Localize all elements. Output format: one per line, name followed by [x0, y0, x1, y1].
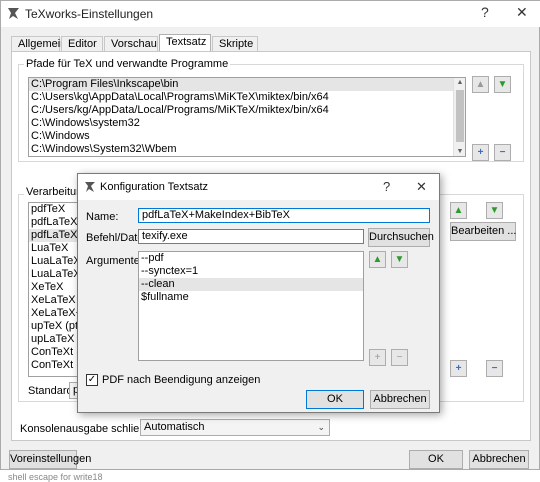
arg-move-down-button[interactable]: ▼: [391, 251, 408, 268]
plus-icon: +: [455, 363, 462, 374]
scroll-down-icon[interactable]: ▼: [454, 148, 465, 155]
dialog-help-button[interactable]: ?: [383, 179, 390, 194]
tab-skripte[interactable]: Skripte: [212, 36, 258, 51]
cancel-button[interactable]: Abbrechen: [469, 450, 529, 469]
list-item[interactable]: C:\Windows\System32\Wbem: [29, 143, 465, 156]
list-item[interactable]: C:\Program Files\Inkscape\bin: [29, 78, 465, 91]
dialog-titlebar: Konfiguration Textsatz ? ✕: [78, 174, 439, 200]
dialog-ok-button[interactable]: OK: [306, 390, 364, 409]
path-remove-button[interactable]: −: [494, 144, 511, 161]
arg-add-button[interactable]: +: [369, 349, 386, 366]
paths-list[interactable]: C:\Program Files\Inkscape\bin C:\Users\k…: [28, 77, 466, 157]
tab-vorschau[interactable]: Vorschau: [104, 36, 158, 51]
path-move-down-button[interactable]: ▼: [494, 76, 511, 93]
arrow-down-icon: ▼: [497, 79, 508, 90]
plus-icon: +: [374, 352, 381, 363]
minus-icon: −: [499, 147, 506, 158]
tab-textsatz[interactable]: Textsatz: [159, 34, 211, 52]
chevron-down-icon: ⌄: [317, 422, 325, 432]
scroll-up-icon[interactable]: ▲: [454, 79, 465, 86]
texworks-lion-icon: [85, 182, 95, 192]
path-add-button[interactable]: +: [472, 144, 489, 161]
console-close-select[interactable]: Automatisch ⌄: [140, 419, 330, 436]
arrow-up-icon: ▲: [475, 79, 486, 90]
typeset-config-dialog: Konfiguration Textsatz ? ✕ Name: pdfLaTe…: [77, 173, 440, 413]
scroll-thumb[interactable]: [456, 90, 464, 142]
arg-remove-button[interactable]: −: [391, 349, 408, 366]
engine-move-down-button[interactable]: ▼: [486, 202, 503, 219]
dialog-cancel-button[interactable]: Abbrechen: [370, 390, 430, 409]
path-move-up-button[interactable]: ▲: [472, 76, 489, 93]
paths-group-label: Pfade für TeX und verwandte Programme: [24, 58, 231, 70]
console-close-value: Automatisch: [144, 421, 205, 433]
name-field[interactable]: pdfLaTeX+MakeIndex+BibTeX: [138, 208, 430, 223]
list-item[interactable]: --synctex=1: [139, 265, 363, 278]
help-button[interactable]: ?: [481, 4, 489, 20]
close-button[interactable]: ✕: [516, 4, 528, 21]
ok-button[interactable]: OK: [409, 450, 463, 469]
arrow-down-icon: ▼: [489, 205, 500, 216]
engine-move-up-button[interactable]: ▲: [450, 202, 467, 219]
browse-button[interactable]: Durchsuchen: [368, 228, 434, 247]
checkmark-icon: ✓: [87, 374, 97, 385]
list-item[interactable]: --pdf: [139, 252, 363, 265]
engine-add-button[interactable]: +: [450, 360, 467, 377]
arg-move-up-button[interactable]: ▲: [369, 251, 386, 268]
list-item[interactable]: $fullname: [139, 291, 363, 304]
list-item[interactable]: --clean: [139, 278, 363, 291]
list-item[interactable]: C:\Users\kg\AppData\Local\Programs\MiKTe…: [29, 91, 465, 104]
arrow-up-icon: ▲: [372, 254, 383, 265]
window-titlebar: TeXworks-Einstellungen ? ✕: [1, 1, 540, 27]
open-pdf-checkbox[interactable]: ✓: [86, 374, 98, 386]
minus-icon: −: [491, 363, 498, 374]
dialog-close-button[interactable]: ✕: [416, 179, 427, 195]
args-label: Argumente:: [86, 255, 143, 267]
command-field[interactable]: texify.exe: [138, 229, 364, 244]
defaults-button[interactable]: Voreinstellungen: [9, 450, 91, 469]
dialog-title: Konfiguration Textsatz: [100, 181, 209, 193]
list-item[interactable]: C:\Windows: [29, 130, 465, 143]
args-list[interactable]: --pdf --synctex=1 --clean $fullname: [138, 251, 364, 361]
minus-icon: −: [396, 352, 403, 363]
paths-scrollbar[interactable]: ▲ ▼: [453, 78, 465, 156]
engine-edit-button[interactable]: Bearbeiten ...: [450, 222, 516, 241]
name-label: Name:: [86, 211, 119, 223]
list-item[interactable]: C:\Windows\system32: [29, 117, 465, 130]
texworks-lion-icon: [8, 8, 19, 19]
engine-remove-button[interactable]: −: [486, 360, 503, 377]
tab-allgemein[interactable]: Allgemein: [11, 36, 66, 51]
window-title: TeXworks-Einstellungen: [25, 7, 154, 21]
list-item[interactable]: C:/Users/kg/AppData/Local/Programs/MiKTe…: [29, 104, 465, 117]
arrow-up-icon: ▲: [453, 205, 464, 216]
tab-editor[interactable]: Editor: [61, 36, 103, 51]
open-pdf-label: PDF nach Beendigung anzeigen: [102, 374, 261, 386]
arrow-down-icon: ▼: [394, 254, 405, 265]
bottom-status-text: shell escape for write18: [8, 472, 103, 482]
plus-icon: +: [477, 147, 484, 158]
